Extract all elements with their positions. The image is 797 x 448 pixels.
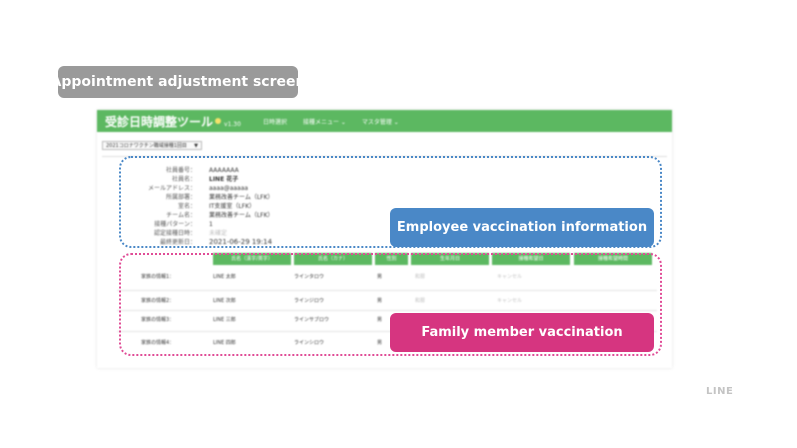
menu-date-select[interactable]: 日時選択: [263, 117, 287, 126]
app-header: 受診日時調整ツール v1.30 日時選択 接種メニュー ⌄ マスタ管理 ⌄: [97, 110, 672, 132]
app-version: v1.30: [224, 120, 241, 128]
app-title: 受診日時調整ツール: [105, 114, 214, 129]
section-title-tag: Appointment adjustment screen: [51, 66, 305, 98]
menu-master[interactable]: マスタ管理 ⌄: [362, 117, 399, 126]
app-logo-icon: [215, 118, 222, 124]
vaccination-select[interactable]: 2021コロナワクチン職域接種1回目 ▼: [102, 141, 202, 150]
menu-vaccination[interactable]: 接種メニュー ⌄: [303, 117, 346, 126]
brand-logo: LINE: [706, 386, 734, 397]
employee-vaccination-callout: Employee vaccination information: [390, 208, 654, 247]
family-vaccination-callout: Family member vaccination: [390, 313, 654, 352]
dropdown-arrow-icon: ▼: [194, 143, 198, 149]
vaccination-select-value: 2021コロナワクチン職域接種1回目: [106, 143, 187, 149]
